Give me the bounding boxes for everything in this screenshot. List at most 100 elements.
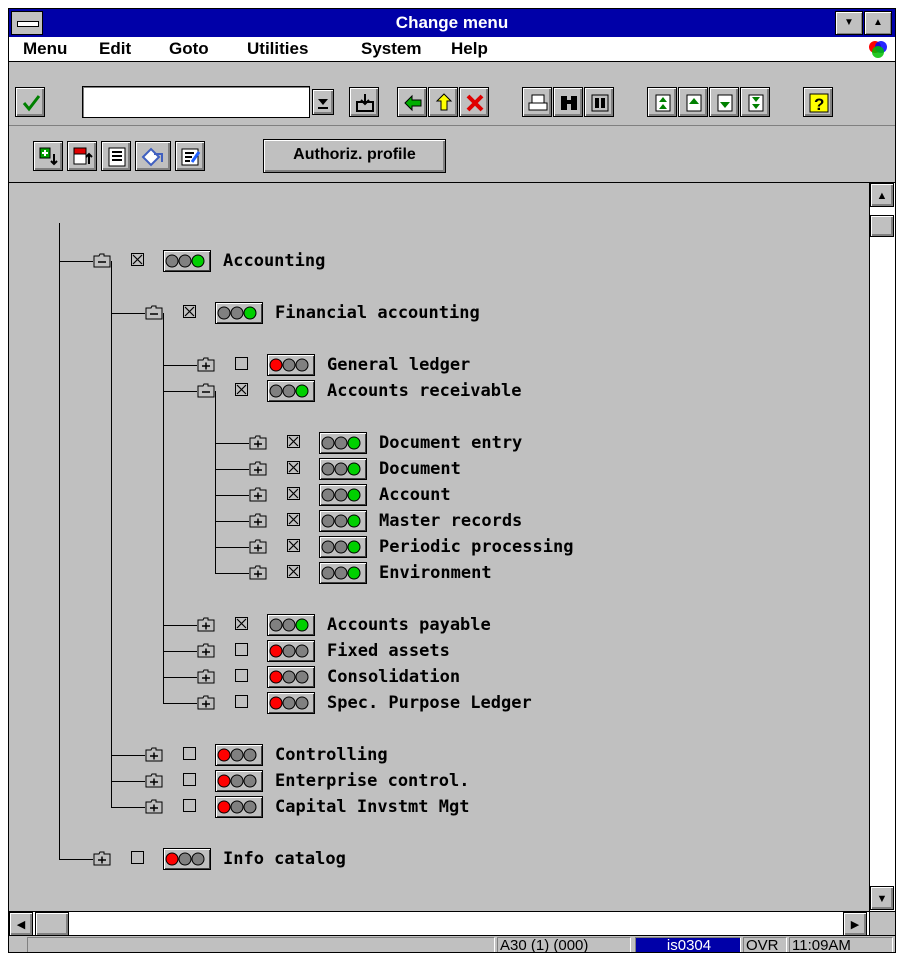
folder-open-icon[interactable]: [145, 305, 163, 320]
scroll-right-button[interactable]: ▶: [843, 912, 867, 936]
menu-menu[interactable]: Menu: [23, 39, 67, 59]
find-button[interactable]: [553, 87, 583, 117]
command-field[interactable]: [82, 86, 310, 118]
tree-node-label[interactable]: Financial accounting: [275, 303, 480, 323]
tree-node-label[interactable]: Spec. Purpose Ledger: [327, 693, 532, 713]
checkbox-empty-icon[interactable]: [235, 695, 248, 708]
authoriz-profile-button[interactable]: Authoriz. profile: [263, 139, 446, 173]
folder-closed-icon[interactable]: [197, 695, 215, 710]
tree-node[interactable]: Accounts payable: [197, 614, 757, 636]
exit-button[interactable]: [428, 87, 458, 117]
checkbox-checked-icon[interactable]: [235, 617, 248, 630]
tree-node-label[interactable]: Accounts receivable: [327, 381, 521, 401]
back-button[interactable]: [397, 87, 427, 117]
scroll-down-button[interactable]: ▼: [870, 886, 894, 910]
maximize-button[interactable]: ▲: [864, 11, 892, 35]
tree-node[interactable]: Account: [249, 484, 809, 506]
horizontal-scrollbar[interactable]: ◀ ▶: [9, 911, 869, 936]
tree-node-label[interactable]: General ledger: [327, 355, 470, 375]
print-button[interactable]: [522, 87, 552, 117]
tree-node[interactable]: Info catalog: [93, 848, 653, 870]
tree-node[interactable]: Environment: [249, 562, 809, 584]
refresh-button[interactable]: [135, 141, 171, 171]
tree-node-label[interactable]: Enterprise control.: [275, 771, 469, 791]
folder-closed-icon[interactable]: [145, 747, 163, 762]
folder-closed-icon[interactable]: [93, 851, 111, 866]
tree-node[interactable]: General ledger: [197, 354, 757, 376]
folder-open-icon[interactable]: [93, 253, 111, 268]
first-page-button[interactable]: [647, 87, 677, 117]
previous-page-button[interactable]: [678, 87, 708, 117]
checkbox-empty-icon[interactable]: [183, 799, 196, 812]
menu-system[interactable]: System: [361, 39, 421, 59]
minimize-button[interactable]: ▼: [835, 11, 863, 35]
tree-node[interactable]: Document entry: [249, 432, 809, 454]
vertical-scrollbar[interactable]: ▲ ▼: [869, 183, 895, 911]
folder-closed-icon[interactable]: [249, 513, 267, 528]
command-history-button[interactable]: [312, 89, 334, 115]
tree-node-label[interactable]: Info catalog: [223, 849, 346, 869]
folder-closed-icon[interactable]: [249, 539, 267, 554]
scroll-up-button[interactable]: ▲: [870, 183, 894, 207]
enter-button[interactable]: [15, 87, 45, 117]
folder-closed-icon[interactable]: [197, 357, 215, 372]
save-button[interactable]: [349, 87, 379, 117]
cancel-button[interactable]: [459, 87, 489, 117]
folder-closed-icon[interactable]: [249, 565, 267, 580]
checkbox-checked-icon[interactable]: [131, 253, 144, 266]
tree-node[interactable]: Periodic processing: [249, 536, 809, 558]
edit-button[interactable]: [175, 141, 205, 171]
checkbox-checked-icon[interactable]: [287, 487, 300, 500]
tree-node[interactable]: Consolidation: [197, 666, 757, 688]
checkbox-checked-icon[interactable]: [287, 565, 300, 578]
tree-node-label[interactable]: Document entry: [379, 433, 522, 453]
tree-node-label[interactable]: Periodic processing: [379, 537, 573, 557]
menu-goto[interactable]: Goto: [169, 39, 209, 59]
folder-open-icon[interactable]: [197, 383, 215, 398]
checkbox-empty-icon[interactable]: [235, 669, 248, 682]
folder-closed-icon[interactable]: [197, 643, 215, 658]
horizontal-scroll-thumb[interactable]: [35, 912, 69, 936]
menu-utilities[interactable]: Utilities: [247, 39, 308, 59]
checkbox-empty-icon[interactable]: [235, 357, 248, 370]
tree-node[interactable]: Master records: [249, 510, 809, 532]
checkbox-checked-icon[interactable]: [287, 513, 300, 526]
checkbox-empty-icon[interactable]: [183, 773, 196, 786]
tree-node[interactable]: Enterprise control.: [145, 770, 705, 792]
checkbox-empty-icon[interactable]: [131, 851, 144, 864]
next-page-button[interactable]: [709, 87, 739, 117]
tree-node-label[interactable]: Accounts payable: [327, 615, 491, 635]
tree-node-label[interactable]: Master records: [379, 511, 522, 531]
checkbox-checked-icon[interactable]: [287, 461, 300, 474]
folder-closed-icon[interactable]: [249, 461, 267, 476]
tree-node[interactable]: Controlling: [145, 744, 705, 766]
help-button[interactable]: ?: [803, 87, 833, 117]
vertical-scroll-thumb[interactable]: [870, 215, 894, 237]
checkbox-checked-icon[interactable]: [235, 383, 248, 396]
checkbox-checked-icon[interactable]: [183, 305, 196, 318]
tree-node-label[interactable]: Accounting: [223, 251, 325, 271]
tree-node-label[interactable]: Consolidation: [327, 667, 460, 687]
folder-closed-icon[interactable]: [145, 773, 163, 788]
folder-closed-icon[interactable]: [249, 435, 267, 450]
tree-node-label[interactable]: Account: [379, 485, 451, 505]
scroll-left-button[interactable]: ◀: [9, 912, 33, 936]
tree-node-label[interactable]: Environment: [379, 563, 492, 583]
tree-node[interactable]: Accounting: [93, 250, 653, 272]
last-page-button[interactable]: [740, 87, 770, 117]
tree-node-label[interactable]: Controlling: [275, 745, 388, 765]
collapse-subtree-button[interactable]: [67, 141, 97, 171]
tree-node[interactable]: Financial accounting: [145, 302, 705, 324]
checkbox-checked-icon[interactable]: [287, 539, 300, 552]
display-list-button[interactable]: [101, 141, 131, 171]
tree-node[interactable]: Document: [249, 458, 809, 480]
tree-node-label[interactable]: Capital Invstmt Mgt: [275, 797, 469, 817]
checkbox-checked-icon[interactable]: [287, 435, 300, 448]
folder-closed-icon[interactable]: [249, 487, 267, 502]
folder-closed-icon[interactable]: [197, 669, 215, 684]
checkbox-empty-icon[interactable]: [235, 643, 248, 656]
find-next-button[interactable]: [584, 87, 614, 117]
folder-closed-icon[interactable]: [197, 617, 215, 632]
tree-node-label[interactable]: Fixed assets: [327, 641, 450, 661]
expand-subtree-button[interactable]: [33, 141, 63, 171]
